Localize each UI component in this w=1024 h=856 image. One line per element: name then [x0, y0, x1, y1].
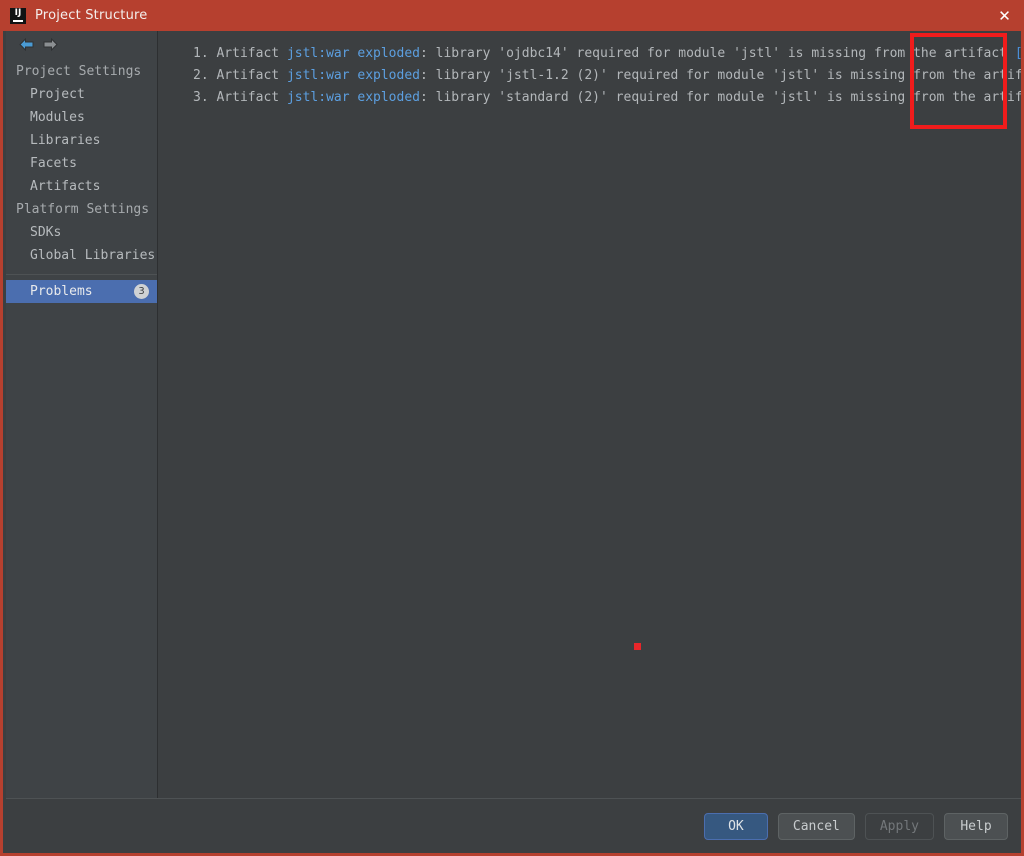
artifact-name: jstl:war exploded — [286, 46, 420, 61]
sidebar-item-facets[interactable]: Facets — [6, 152, 157, 175]
sidebar-item-label: Problems — [30, 284, 93, 299]
cursor-marker — [634, 643, 641, 650]
intellij-idea-icon: IJ — [10, 7, 26, 24]
dialog-button-bar: OK Cancel Apply Help — [6, 799, 1021, 853]
back-arrow-icon[interactable] — [14, 32, 38, 56]
close-icon[interactable]: ✕ — [982, 0, 1021, 31]
cancel-button[interactable]: Cancel — [777, 812, 855, 840]
problem-message: : library 'standard (2)' required for mo… — [420, 90, 1024, 105]
window-title: Project Structure — [35, 8, 148, 23]
sidebar-item-global-libraries[interactable]: Global Libraries — [6, 244, 157, 267]
sidebar-divider — [6, 274, 157, 275]
problem-row: 2. Artifact jstl:war exploded: library '… — [193, 65, 1024, 87]
artifact-name: jstl:war exploded — [286, 90, 420, 105]
apply-button: Apply — [864, 812, 934, 840]
problem-number: 2. — [193, 68, 209, 83]
sidebar-group-project-settings: Project Settings — [16, 64, 142, 79]
dialog-body: Project Settings Project Modules Librari… — [6, 31, 1024, 798]
problems-panel: 1. Artifact jstl:war exploded: library '… — [159, 31, 1024, 798]
settings-sidebar: Project Settings Project Modules Librari… — [6, 31, 158, 798]
title-bar: IJ Project Structure ✕ — [3, 0, 1021, 31]
sidebar-group-platform-settings: Platform Settings — [16, 202, 150, 217]
sidebar-item-problems[interactable]: Problems 3 — [6, 280, 157, 303]
sidebar-item-modules[interactable]: Modules — [6, 106, 157, 129]
sidebar-navigation — [6, 31, 157, 57]
sidebar-item-libraries[interactable]: Libraries — [6, 129, 157, 152]
artifact-name: jstl:war exploded — [286, 68, 420, 83]
forward-arrow-icon[interactable] — [38, 32, 62, 56]
sidebar-item-project[interactable]: Project — [6, 83, 157, 106]
sidebar-item-artifacts[interactable]: Artifacts — [6, 175, 157, 198]
problem-prefix: Artifact — [216, 90, 287, 105]
problem-row: 3. Artifact jstl:war exploded: library '… — [193, 87, 1024, 109]
problem-number: 3. — [193, 90, 209, 105]
sidebar-item-sdks[interactable]: SDKs — [6, 221, 157, 244]
project-structure-dialog: IJ Project Structure ✕ Project Settings … — [0, 0, 1024, 856]
help-button[interactable]: Help — [944, 812, 1008, 840]
problems-count-badge: 3 — [134, 284, 149, 299]
problem-row: 1. Artifact jstl:war exploded: library '… — [193, 43, 1021, 65]
problem-prefix: Artifact — [216, 46, 287, 61]
settings-tree: Project Settings Project Modules Librari… — [6, 60, 157, 303]
fix-link[interactable]: [Fix] — [1015, 46, 1021, 61]
problem-message: : library 'ojdbc14' required for module … — [420, 46, 1015, 61]
problem-number: 1. — [193, 46, 209, 61]
problem-list: 1. Artifact jstl:war exploded: library '… — [159, 31, 1024, 109]
problem-message: : library 'jstl-1.2 (2)' required for mo… — [420, 68, 1024, 83]
problem-prefix: Artifact — [216, 68, 287, 83]
ok-button[interactable]: OK — [703, 812, 768, 840]
